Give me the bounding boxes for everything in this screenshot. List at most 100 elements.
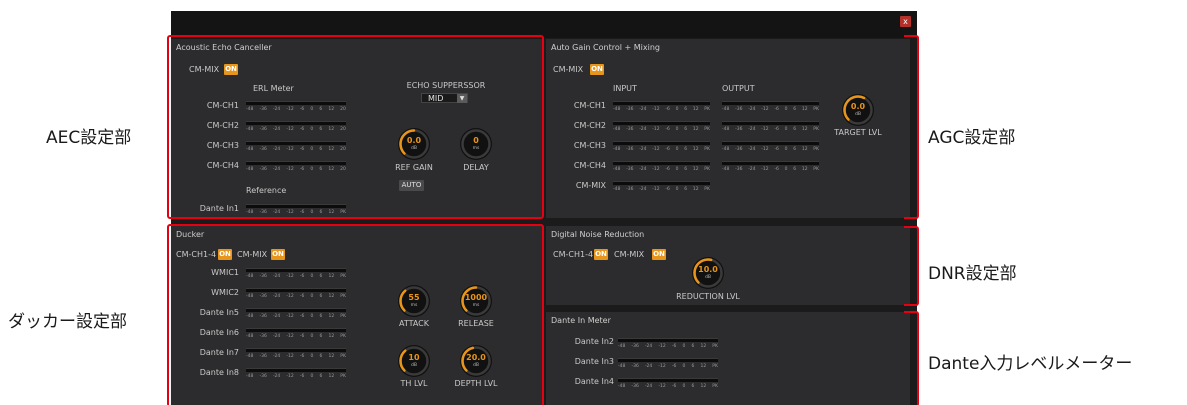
dante-meter: -48 -36 -24 -12 -6 0 6 12 PK (618, 338, 718, 350)
meter-tick-label: 6 (684, 107, 688, 112)
meter-tick-label: -24 (748, 127, 756, 132)
aec-highlight-box (167, 35, 544, 219)
meter-tick-label: -48 (722, 167, 730, 172)
dnr-title: Digital Noise Reduction (551, 230, 645, 239)
meter-tick-label: -48 (618, 364, 626, 369)
dante-annotation: Dante入力レベルメーター (928, 354, 1133, 374)
meter-tick-label: -24 (748, 167, 756, 172)
meter-tick-label: -24 (639, 187, 647, 192)
meter-tick-label: -24 (639, 127, 647, 132)
meter-tick-label: -6 (665, 167, 670, 172)
meter-tick-label: PK (813, 107, 819, 112)
meter-tick-label: 0 (682, 344, 686, 349)
close-button[interactable]: x (900, 16, 911, 27)
meter-bar (618, 358, 718, 362)
meter-tick-label: -12 (652, 187, 660, 192)
agc-cm-mix-toggle[interactable]: ON (590, 64, 604, 75)
agc-highlight-box (904, 35, 919, 219)
agc-output-meter: -48 -36 -24 -12 -6 0 6 12 PK (722, 101, 819, 113)
target-lvl-knob[interactable]: 0.0 dB (841, 93, 875, 127)
meter-bar (613, 141, 710, 145)
meter-tick-label: -6 (671, 364, 677, 369)
dante-meter-title: Dante In Meter (551, 316, 611, 325)
agc-input-meter: -48 -36 -24 -12 -6 0 6 12 PK (613, 141, 710, 153)
meter-tick-label: -12 (658, 364, 666, 369)
meter-tick-label: 0 (682, 364, 686, 369)
meter-tick-label: -12 (652, 127, 660, 132)
agc-channel-label: CM-CH2 (573, 121, 606, 130)
meter-tick-label: -36 (735, 127, 743, 132)
meter-tick-label: 12 (801, 127, 808, 132)
meter-tick-label: PK (813, 167, 819, 172)
reduction-lvl-label: REDUCTION LVL (676, 292, 740, 301)
reduction-lvl-knob[interactable]: 10.0 dB (691, 256, 725, 290)
meter-tick-label: 0 (675, 167, 679, 172)
meter-tick-label: -36 (735, 107, 743, 112)
agc-output-meter: -48 -36 -24 -12 -6 0 6 12 PK (722, 141, 819, 153)
meter-tick-label: PK (813, 127, 819, 132)
meter-scale: -48 -36 -24 -12 -6 0 6 12 PK (722, 167, 819, 173)
agc-title: Auto Gain Control + Mixing (551, 43, 660, 52)
meter-scale: -48 -36 -24 -12 -6 0 6 12 PK (618, 344, 718, 350)
meter-tick-label: 0 (682, 384, 686, 389)
meter-bar (722, 161, 819, 165)
meter-tick-label: -48 (613, 127, 621, 132)
dante-highlight-box (904, 311, 919, 405)
agc-input-meter: -48 -36 -24 -12 -6 0 6 12 PK (613, 181, 710, 193)
meter-tick-label: -48 (613, 147, 621, 152)
meter-tick-label: 6 (684, 187, 688, 192)
dnr-cm-ch-label: CM-CH1-4 (553, 250, 594, 259)
meter-tick-label: 6 (793, 147, 797, 152)
meter-tick-label: -36 (626, 187, 634, 192)
meter-tick-label: -6 (665, 127, 670, 132)
meter-tick-label: -36 (631, 384, 639, 389)
meter-tick-label: PK (712, 384, 718, 389)
meter-tick-label: 6 (793, 107, 797, 112)
dnr-cm-ch-toggle[interactable]: ON (594, 249, 608, 260)
meter-tick-label: -48 (722, 127, 730, 132)
agc-channel-label: CM-MIX (575, 181, 606, 190)
meter-tick-label: -36 (631, 364, 639, 369)
dante-channel-label: Dante In4 (574, 377, 614, 386)
meter-tick-label: PK (813, 147, 819, 152)
meter-tick-label: -12 (652, 147, 660, 152)
dante-channel-label: Dante In2 (574, 337, 614, 346)
meter-tick-label: -48 (618, 384, 626, 389)
agc-annotation: AGC設定部 (928, 128, 1016, 148)
meter-tick-label: PK (704, 167, 710, 172)
agc-channel-label: CM-CH3 (573, 141, 606, 150)
meter-tick-label: 12 (801, 147, 808, 152)
meter-tick-label: 12 (692, 127, 699, 132)
meter-tick-label: 12 (700, 364, 707, 369)
target-lvl-label: TARGET LVL (834, 128, 882, 137)
meter-tick-label: -36 (735, 147, 743, 152)
meter-tick-label: 0 (675, 107, 679, 112)
meter-tick-label: -12 (761, 107, 769, 112)
dante-meter: -48 -36 -24 -12 -6 0 6 12 PK (618, 358, 718, 370)
meter-tick-label: -24 (644, 344, 653, 349)
meter-scale: -48 -36 -24 -12 -6 0 6 12 PK (613, 167, 710, 173)
meter-tick-label: -12 (658, 384, 666, 389)
agc-channel-label: CM-CH4 (573, 161, 606, 170)
meter-tick-label: 0 (675, 127, 679, 132)
dnr-cm-mix-toggle[interactable]: ON (652, 249, 666, 260)
target-lvl-unit: dB (855, 112, 861, 117)
meter-bar (722, 121, 819, 125)
dnr-annotation: DNR設定部 (928, 264, 1017, 284)
ducker-highlight-box (167, 224, 544, 405)
meter-bar (618, 338, 718, 342)
meter-tick-label: 0 (784, 127, 788, 132)
meter-tick-label: -12 (761, 147, 769, 152)
meter-tick-label: -24 (748, 147, 756, 152)
meter-tick-label: -48 (722, 147, 730, 152)
meter-tick-label: 0 (675, 187, 679, 192)
meter-bar (613, 161, 710, 165)
agc-output-label: OUTPUT (722, 84, 755, 93)
meter-tick-label: -48 (618, 344, 626, 349)
meter-bar (613, 121, 710, 125)
meter-tick-label: -12 (652, 107, 660, 112)
agc-input-meter: -48 -36 -24 -12 -6 0 6 12 PK (613, 101, 710, 113)
meter-tick-label: -48 (613, 107, 621, 112)
dante-meter-panel: Dante In Meter Dante In2 -48 -36 -24 -12 -6 0… (546, 312, 910, 405)
meter-bar (618, 378, 718, 382)
